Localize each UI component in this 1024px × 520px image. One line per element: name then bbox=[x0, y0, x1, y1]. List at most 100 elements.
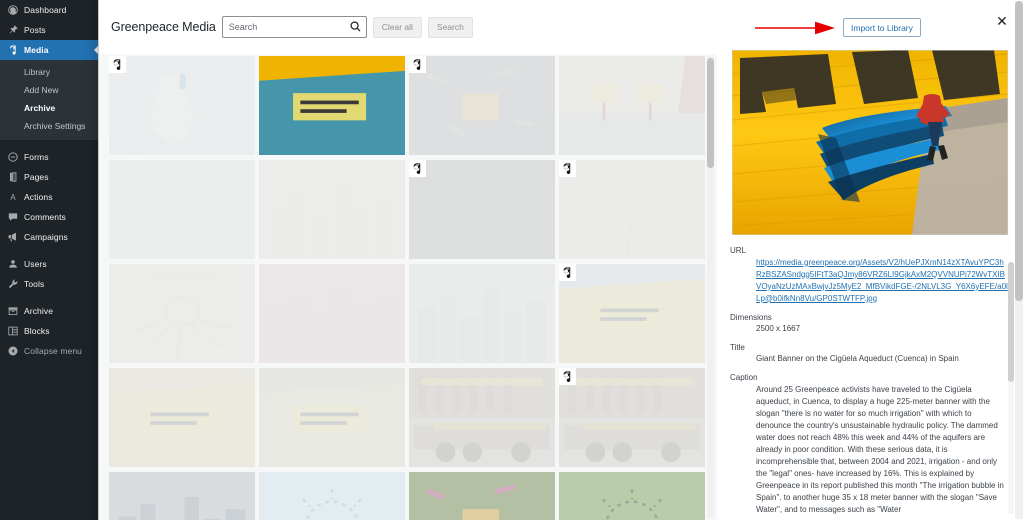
thumbnail-image bbox=[109, 56, 255, 155]
media-tile-kayak-flotilla-protest[interactable] bbox=[409, 56, 555, 155]
sidebar-item-archive[interactable]: Archive bbox=[0, 301, 98, 321]
media-tile-city-skyline-haze[interactable] bbox=[259, 160, 405, 259]
submenu-item-archive[interactable]: Archive bbox=[0, 99, 98, 117]
media-tile-eu-mercosur-toxic-deal-truck-2[interactable] bbox=[559, 368, 705, 467]
media-tile-eu-mercosur-toxic-deal-truck[interactable] bbox=[409, 368, 555, 467]
media-tile-water-protest-signs-ship[interactable] bbox=[559, 56, 705, 155]
media-tile-stop-deep-sea-mining-drawing[interactable] bbox=[109, 264, 255, 363]
megaphone-icon bbox=[7, 231, 19, 243]
menu-divider bbox=[0, 247, 98, 254]
sidebar-item-label: Archive bbox=[24, 305, 54, 316]
attachment-details-panel: ✕ Import to Library URL https://media.gr… bbox=[718, 0, 1024, 520]
media-tile-crowd-protest-row5[interactable] bbox=[409, 472, 555, 520]
sidebar-item-label: Posts bbox=[24, 24, 46, 35]
pin-icon bbox=[7, 24, 19, 36]
details-inner-scrollbar[interactable] bbox=[1008, 262, 1014, 514]
media-tile-polar-bear-bottle[interactable] bbox=[109, 56, 255, 155]
sidebar-item-label: Forms bbox=[24, 151, 49, 162]
metadata-row-dimensions: Dimensions 2500 x 1667 bbox=[730, 312, 1008, 335]
sidebar-item-forms[interactable]: Forms bbox=[0, 147, 98, 167]
metadata-label: Dimensions bbox=[730, 312, 772, 322]
greenpeace-logo-icon bbox=[559, 264, 576, 281]
media-tile-city-square-installation[interactable] bbox=[409, 264, 555, 363]
media-tile-stop-deep-sea-mining-banner-octopus[interactable] bbox=[559, 160, 705, 259]
close-icon[interactable]: ✕ bbox=[991, 10, 1013, 32]
blocks-icon bbox=[7, 325, 19, 337]
admin-sidebar: Dashboard Posts Media Library Add New Ar… bbox=[0, 0, 98, 520]
thumbnail-image bbox=[409, 160, 555, 259]
thumbnail-image bbox=[259, 264, 405, 363]
thumbnail-image bbox=[559, 368, 705, 467]
menu-divider bbox=[0, 140, 98, 147]
collapse-menu-label: Collapse menu bbox=[24, 345, 82, 356]
search-field-wrapper bbox=[221, 16, 367, 38]
sidebar-item-tools[interactable]: Tools bbox=[0, 274, 98, 294]
thumbnail-image bbox=[109, 472, 255, 520]
thumbnail-image bbox=[109, 264, 255, 363]
users-icon bbox=[7, 258, 19, 270]
page-title: Greenpeace Media bbox=[111, 20, 216, 34]
pages-icon bbox=[7, 171, 19, 183]
media-tile-arctic-sun-symbol[interactable] bbox=[109, 160, 255, 259]
submenu-item-library[interactable]: Library bbox=[0, 63, 98, 81]
media-tile-activists-crowd-banner[interactable] bbox=[259, 368, 405, 467]
thumbnail-image bbox=[409, 368, 555, 467]
clear-all-button[interactable]: Clear all bbox=[372, 16, 422, 38]
sidebar-item-dashboard[interactable]: Dashboard bbox=[0, 0, 98, 20]
sidebar-item-posts[interactable]: Posts bbox=[0, 20, 98, 40]
thumbnail-image bbox=[409, 56, 555, 155]
scrollbar-thumb[interactable] bbox=[707, 58, 714, 168]
sidebar-item-label: Comments bbox=[24, 211, 66, 222]
sidebar-item-label: Users bbox=[24, 258, 47, 269]
media-grid-scrollbar[interactable] bbox=[707, 56, 714, 518]
media-toolbar: Greenpeace Media Clear all Search bbox=[99, 0, 717, 54]
sidebar-item-campaigns[interactable]: Campaigns bbox=[0, 227, 98, 247]
red-arrow-annotation bbox=[755, 21, 835, 35]
sidebar-item-media[interactable]: Media bbox=[0, 40, 98, 60]
media-tile-stop-deep-sea-mining-projection[interactable] bbox=[409, 160, 555, 259]
thumbnail-image bbox=[559, 264, 705, 363]
sidebar-item-comments[interactable]: Comments bbox=[0, 207, 98, 227]
import-to-library-button[interactable]: Import to Library bbox=[843, 18, 921, 37]
sidebar-item-users[interactable]: Users bbox=[0, 254, 98, 274]
thumbnail-image bbox=[559, 160, 705, 259]
menu-divider bbox=[0, 294, 98, 301]
sidebar-item-pages[interactable]: Pages bbox=[0, 167, 98, 187]
page-scrollbar[interactable] bbox=[1015, 1, 1023, 519]
sidebar-item-label: Campaigns bbox=[24, 231, 68, 242]
attachment-preview-image[interactable] bbox=[732, 50, 1008, 235]
thumbnail-image bbox=[559, 56, 705, 155]
media-tile-plastics-treaty-march[interactable] bbox=[109, 368, 255, 467]
sidebar-item-label: Pages bbox=[24, 171, 49, 182]
media-tile-forest-sun-row5[interactable] bbox=[559, 472, 705, 520]
metadata-row-caption: Caption Around 25 Greenpeace activists ha… bbox=[730, 372, 1008, 516]
submenu-item-archive-settings[interactable]: Archive Settings bbox=[0, 117, 98, 135]
scrollbar-thumb[interactable] bbox=[1008, 262, 1014, 382]
sidebar-item-actions[interactable]: A Actions bbox=[0, 187, 98, 207]
metadata-url-link[interactable]: https://media.greenpeace.org/Assets/V2/h… bbox=[730, 257, 1008, 305]
submenu-item-add-new[interactable]: Add New bbox=[0, 81, 98, 99]
sidebar-item-label: Blocks bbox=[24, 325, 50, 336]
collapse-menu-button[interactable]: Collapse menu bbox=[0, 341, 98, 361]
metadata-row-title: Title Giant Banner on the Cigüela Aqueduc… bbox=[730, 342, 1008, 365]
sidebar-item-label: Actions bbox=[24, 191, 53, 202]
search-input[interactable] bbox=[221, 16, 367, 38]
thumbnail-image bbox=[409, 264, 555, 363]
collapse-icon bbox=[7, 345, 19, 357]
media-grid bbox=[99, 54, 717, 520]
sidebar-item-blocks[interactable]: Blocks bbox=[0, 321, 98, 341]
media-tile-monument-skyline-row5[interactable] bbox=[109, 472, 255, 520]
media-tile-sky-aircraft-row5[interactable] bbox=[259, 472, 405, 520]
import-row: Import to Library bbox=[730, 10, 1008, 46]
media-tile-plastics-treaty-banner-obelisk[interactable] bbox=[559, 264, 705, 363]
thumbnail-image bbox=[109, 160, 255, 259]
search-button[interactable]: Search bbox=[427, 16, 473, 38]
media-tile-giant-yellow-banner-aqueduct[interactable] bbox=[259, 56, 405, 155]
scrollbar-thumb[interactable] bbox=[1015, 1, 1023, 301]
tools-icon bbox=[7, 278, 19, 290]
media-tile-pink-octopus-inflatable[interactable] bbox=[259, 264, 405, 363]
actions-icon: A bbox=[7, 191, 19, 203]
svg-text:A: A bbox=[10, 193, 16, 202]
media-submenu: Library Add New Archive Archive Settings bbox=[0, 60, 98, 140]
metadata-label: Title bbox=[730, 342, 745, 352]
